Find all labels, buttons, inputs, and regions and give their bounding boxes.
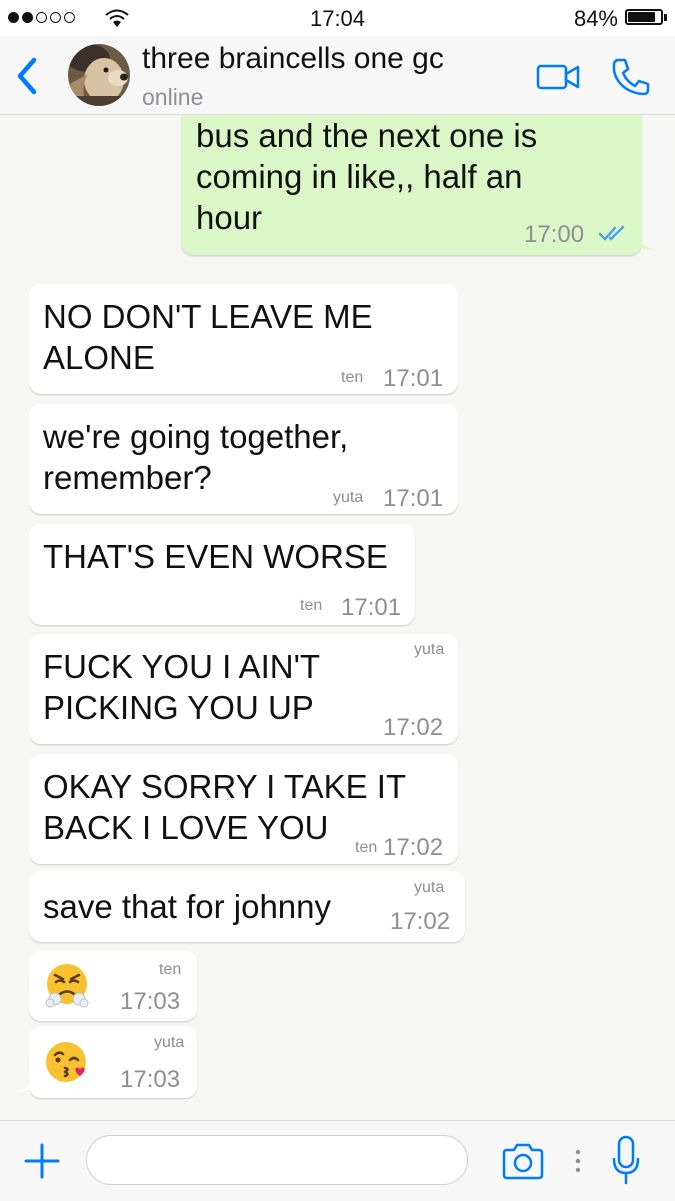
back-chevron-icon[interactable] — [10, 54, 44, 98]
message-bubble-outgoing[interactable]: bus and the next one is coming in like,,… — [181, 115, 642, 255]
plus-icon[interactable] — [22, 1141, 62, 1181]
message-list[interactable]: bus and the next one is coming in like,,… — [0, 115, 675, 1120]
message-text: PICKING YOU UP — [43, 689, 314, 726]
message-text: OKAY SORRY I TAKE IT — [43, 768, 407, 805]
message-sender: yuta — [333, 489, 364, 506]
chat-status: online — [142, 84, 204, 110]
message-text: save that for johnny — [43, 888, 332, 925]
message-time: 17:02 — [383, 714, 444, 741]
message-text: remember? — [43, 459, 212, 496]
message-sender: ten — [159, 961, 182, 978]
message-bubble-incoming[interactable]: yuta FUCK YOU I AIN'T PICKING YOU UP 17:… — [29, 634, 458, 744]
chat-title[interactable]: three braincells one gc — [142, 42, 444, 76]
message-input-bar — [0, 1120, 675, 1201]
message-bubble-incoming[interactable]: yuta save that for johnny 17:02 — [29, 871, 465, 942]
message-text: bus and the next one is — [196, 117, 538, 154]
camera-icon[interactable] — [500, 1141, 546, 1181]
battery-icon — [625, 9, 663, 25]
face-blowing-a-kiss-icon — [46, 1042, 86, 1082]
phone-call-icon[interactable] — [610, 56, 652, 98]
message-sender: ten — [300, 597, 323, 614]
chat-header: three braincells one gc online — [0, 36, 675, 115]
message-bubble-incoming[interactable]: ten 17:03 — [29, 951, 197, 1021]
message-text: we're going together, — [43, 418, 349, 455]
message-bubble-incoming[interactable]: THAT'S EVEN WORSE ten 17:01 — [29, 524, 415, 625]
message-sender: yuta — [414, 641, 445, 658]
message-bubble-incoming[interactable]: we're going together, remember? yuta 17:… — [29, 404, 458, 514]
message-sender: yuta — [414, 879, 445, 896]
message-text: FUCK YOU I AIN'T — [43, 648, 321, 685]
message-time: 17:01 — [383, 485, 444, 512]
message-text: THAT'S EVEN WORSE — [43, 538, 388, 575]
message-bubble-incoming[interactable]: yuta 17:03 — [29, 1026, 197, 1098]
bubble-tail — [636, 233, 660, 252]
message-text: BACK I LOVE YOU — [43, 809, 329, 846]
microphone-icon[interactable] — [611, 1135, 641, 1187]
message-sender: ten — [355, 839, 378, 856]
message-sender: ten — [341, 369, 364, 386]
face-with-steam-from-nose-icon — [45, 964, 89, 1008]
message-text: ALONE — [43, 339, 155, 376]
message-text: NO DON'T LEAVE ME — [43, 298, 373, 335]
message-bubble-incoming[interactable]: OKAY SORRY I TAKE IT BACK I LOVE YOU ten… — [29, 754, 458, 864]
message-time: 17:02 — [383, 834, 444, 861]
message-time: 17:00 — [524, 221, 585, 248]
message-time: 17:02 — [390, 908, 451, 935]
battery-percent: 84% — [573, 6, 618, 31]
more-dots-icon[interactable] — [575, 1147, 581, 1175]
message-text: hour — [196, 199, 263, 236]
video-call-icon[interactable] — [536, 62, 582, 92]
message-time: 17:01 — [383, 365, 444, 392]
message-text: coming in like,, half an — [196, 158, 523, 195]
double-check-icon — [598, 225, 625, 241]
group-avatar[interactable] — [68, 44, 130, 106]
message-sender: yuta — [154, 1034, 185, 1051]
bubble-tail — [14, 1075, 38, 1093]
message-time: 17:01 — [341, 594, 402, 621]
message-time: 17:03 — [120, 988, 181, 1015]
message-input[interactable] — [86, 1135, 468, 1185]
message-bubble-incoming[interactable]: NO DON'T LEAVE ME ALONE ten 17:01 — [29, 284, 458, 394]
message-time: 17:03 — [120, 1066, 181, 1093]
status-bar: 17:04 84% — [0, 0, 675, 36]
